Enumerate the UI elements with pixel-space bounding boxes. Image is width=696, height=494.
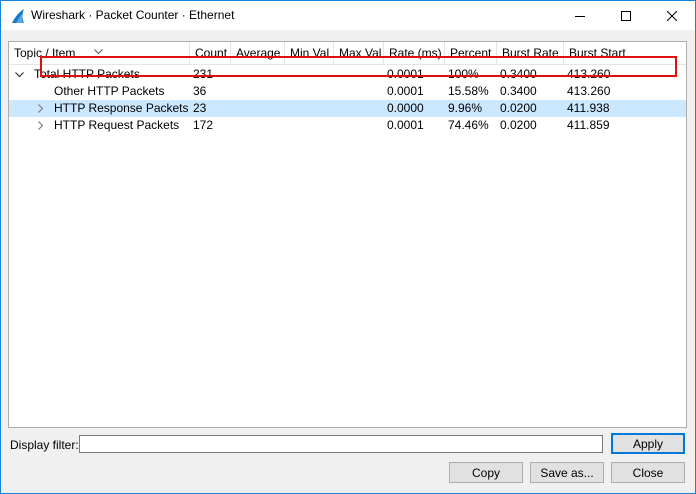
save-as-button[interactable]: Save as... bbox=[530, 462, 604, 483]
sort-indicator-icon bbox=[94, 42, 103, 62]
row-rate: 0.0001 bbox=[387, 67, 424, 81]
row-percent: 74.46% bbox=[448, 118, 489, 132]
row-topic: Total HTTP Packets bbox=[34, 67, 140, 81]
wireshark-fin-icon bbox=[10, 8, 26, 24]
tree-row[interactable]: Total HTTP Packets 231 0.0001 100% 0.340… bbox=[9, 66, 686, 83]
row-topic: Other HTTP Packets bbox=[54, 84, 165, 98]
close-window-button[interactable] bbox=[649, 1, 695, 30]
packet-counter-window: Wireshark · Packet Counter · Ethernet To… bbox=[0, 0, 696, 494]
row-burst-start: 411.859 bbox=[567, 118, 610, 132]
column-header-percent[interactable]: Percent bbox=[445, 42, 497, 64]
title-bar[interactable]: Wireshark · Packet Counter · Ethernet bbox=[1, 1, 695, 30]
tree-row[interactable]: Other HTTP Packets 36 0.0001 15.58% 0.34… bbox=[9, 83, 686, 100]
minimize-icon bbox=[575, 11, 585, 21]
tree-row[interactable]: HTTP Request Packets 172 0.0001 74.46% 0… bbox=[9, 117, 686, 134]
column-header-average[interactable]: Average bbox=[231, 42, 285, 64]
display-filter-label: Display filter: bbox=[10, 438, 79, 452]
row-rate: 0.0001 bbox=[387, 118, 424, 132]
row-rate: 0.0001 bbox=[387, 84, 424, 98]
close-button[interactable]: Close bbox=[611, 462, 685, 483]
row-burst-rate: 0.0200 bbox=[500, 101, 537, 115]
row-percent: 9.96% bbox=[448, 101, 483, 115]
row-burst-rate: 0.0200 bbox=[500, 118, 537, 132]
row-count: 172 bbox=[193, 118, 214, 132]
row-topic: HTTP Response Packets bbox=[54, 101, 189, 115]
stats-tree[interactable]: Topic / Item Count Average Min Val Max V… bbox=[8, 41, 687, 428]
collapsed-chevron-icon[interactable] bbox=[35, 117, 47, 134]
row-burst-start: 411.938 bbox=[567, 101, 610, 115]
tree-row-selected[interactable]: HTTP Response Packets 23 0.0000 9.96% 0.… bbox=[9, 100, 686, 117]
row-burst-rate: 0.3400 bbox=[500, 84, 537, 98]
column-header-count[interactable]: Count bbox=[190, 42, 231, 64]
apply-button[interactable]: Apply bbox=[611, 433, 685, 454]
column-header-burst-rate[interactable]: Burst Rate bbox=[497, 42, 564, 64]
minimize-button[interactable] bbox=[557, 1, 603, 30]
row-topic: HTTP Request Packets bbox=[54, 118, 180, 132]
column-header-topic[interactable]: Topic / Item bbox=[9, 42, 190, 64]
row-percent: 100% bbox=[448, 67, 479, 81]
row-count: 23 bbox=[193, 101, 207, 115]
column-header-rate[interactable]: Rate (ms) bbox=[384, 42, 445, 64]
column-header-max-val[interactable]: Max Val bbox=[334, 42, 384, 64]
row-burst-start: 413.260 bbox=[567, 67, 611, 81]
display-filter-input[interactable] bbox=[79, 435, 603, 453]
row-burst-rate: 0.3400 bbox=[500, 67, 537, 81]
maximize-icon bbox=[621, 10, 631, 21]
row-percent: 15.58% bbox=[448, 84, 489, 98]
expanded-chevron-icon[interactable] bbox=[13, 66, 25, 83]
copy-button[interactable]: Copy bbox=[449, 462, 523, 483]
column-header-burst-start[interactable]: Burst Start bbox=[564, 42, 686, 64]
window-title: Wireshark · Packet Counter · Ethernet bbox=[31, 8, 235, 22]
row-rate: 0.0000 bbox=[387, 101, 424, 115]
tree-header: Topic / Item Count Average Min Val Max V… bbox=[9, 42, 686, 65]
column-header-min-val[interactable]: Min Val bbox=[285, 42, 334, 64]
collapsed-chevron-icon[interactable] bbox=[35, 100, 47, 117]
row-burst-start: 413.260 bbox=[567, 84, 611, 98]
close-icon bbox=[667, 10, 677, 21]
maximize-button[interactable] bbox=[603, 1, 649, 30]
row-count: 231 bbox=[193, 67, 214, 81]
row-count: 36 bbox=[193, 84, 207, 98]
